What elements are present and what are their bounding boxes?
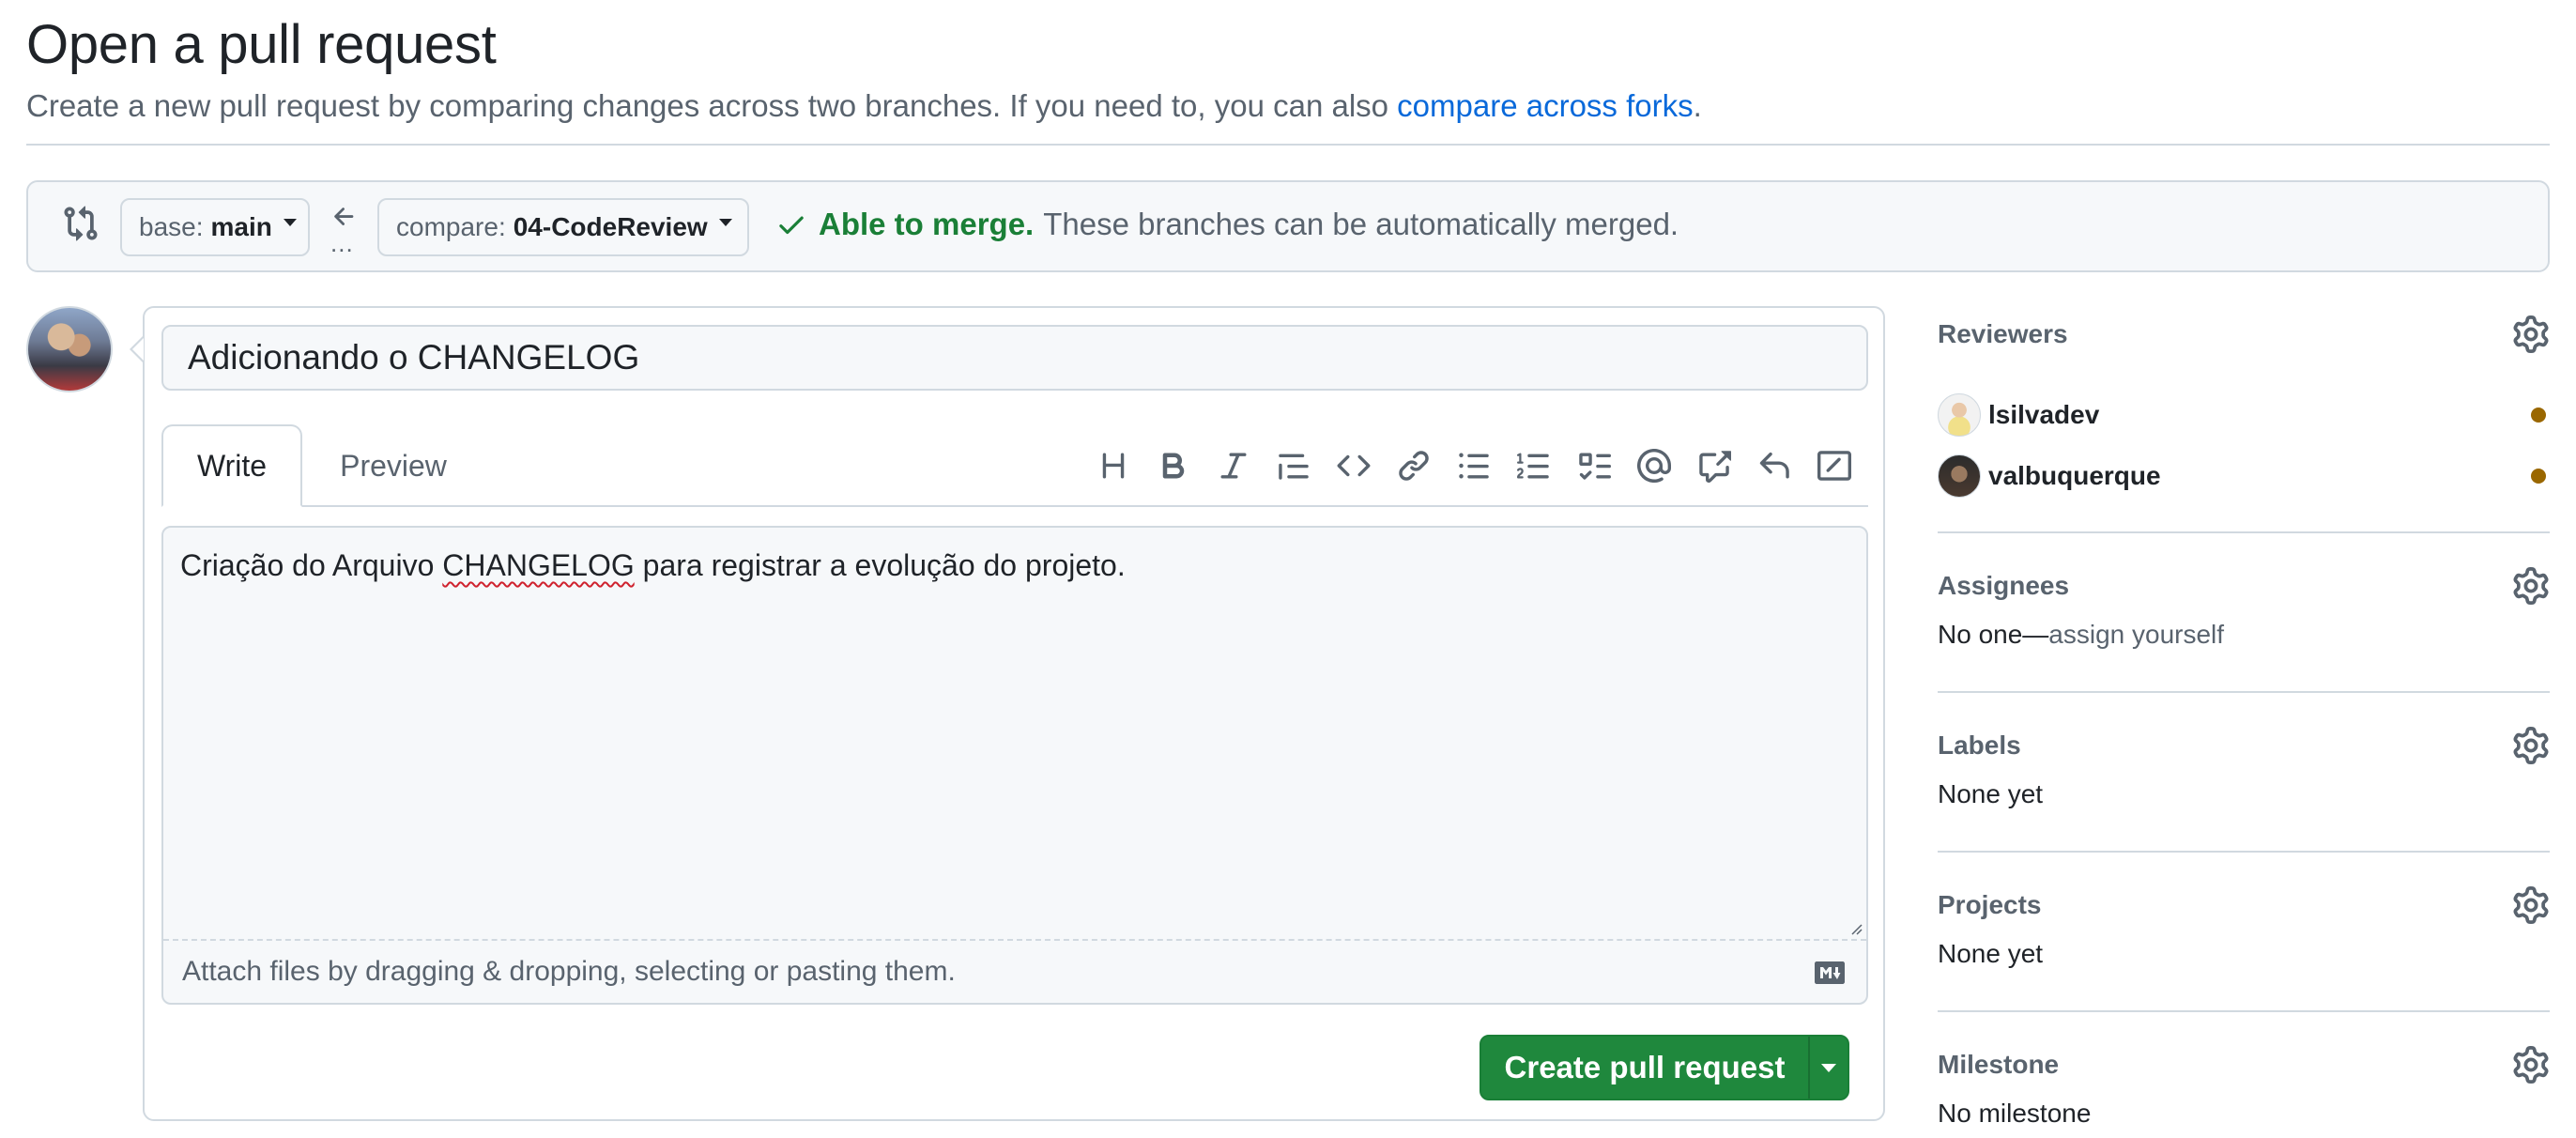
avatar [26, 306, 113, 392]
pr-body-editor[interactable]: Criação do Arquivo CHANGELOG para regist… [161, 526, 1868, 1005]
create-pull-request-button[interactable]: Create pull request [1480, 1035, 1849, 1100]
gear-icon[interactable] [2512, 727, 2550, 764]
ordered-list-icon [1517, 453, 1549, 479]
pull-request-page: Open a pull request Create a new pull re… [26, 0, 2550, 1138]
body-text-start: Criação do Arquivo [180, 548, 443, 582]
gear-icon[interactable] [2512, 567, 2550, 605]
milestone-heading: Milestone [1938, 1050, 2060, 1079]
page-title: Open a pull request [26, 14, 497, 75]
markdown-icon[interactable] [1814, 961, 1846, 984]
saved-replies-button[interactable] [1744, 439, 1804, 492]
composer-pointer-fill [132, 338, 144, 361]
mention-icon [1637, 449, 1671, 483]
assignees-heading: Assignees [1938, 571, 2070, 600]
pending-review-dot [2531, 469, 2546, 484]
quote-icon [1279, 454, 1309, 480]
compare-across-forks-link[interactable]: compare across forks [1397, 88, 1693, 123]
chevron-down-icon [1821, 1063, 1836, 1072]
merge-ok-text: Able to merge. [819, 207, 1035, 241]
projects-value: None yet [1938, 939, 2044, 968]
gear-icon[interactable] [2512, 315, 2550, 353]
resize-handle-icon[interactable] [1848, 920, 1863, 935]
slash-command-icon [1817, 451, 1851, 481]
pr-body-textarea[interactable]: Criação do Arquivo CHANGELOG para regist… [163, 528, 1866, 939]
chevron-down-icon [283, 219, 297, 226]
base-branch-name: main [210, 212, 272, 241]
base-branch-prefix: base: [139, 212, 204, 241]
assignees-value: No one—assign yourself [1938, 620, 2224, 650]
unordered-list-button[interactable] [1444, 439, 1504, 492]
slash-command-button[interactable] [1804, 439, 1864, 492]
saved-replies-icon [1759, 452, 1789, 479]
link-icon [1399, 451, 1429, 481]
bold-button[interactable] [1143, 439, 1204, 492]
milestone-value: No milestone [1938, 1099, 2092, 1128]
branch-compare-bar: base: main ... compare: 04-CodeReview Able… [26, 180, 2550, 272]
no-assignee-text: No one— [1938, 620, 2049, 649]
avatar [1938, 454, 1981, 498]
unordered-list-icon [1459, 453, 1489, 479]
sidebar-divider [1938, 531, 2550, 533]
sidebar-divider [1938, 691, 2550, 693]
sidebar-divider [1938, 1010, 2550, 1012]
reviewers-heading: Reviewers [1938, 319, 2068, 348]
gear-icon[interactable] [2512, 1046, 2550, 1084]
header-divider [26, 144, 2550, 146]
assign-yourself-link[interactable]: assign yourself [2048, 620, 2224, 649]
attach-files-bar[interactable]: Attach files by dragging & dropping, sel… [163, 939, 1866, 1003]
heading-icon [1102, 453, 1125, 479]
create-options-dropdown[interactable] [1810, 1037, 1848, 1099]
italic-button[interactable] [1204, 439, 1264, 492]
pull-request-composer: Write Preview [143, 306, 1885, 1121]
merge-message: These branches can be automatically merg… [1043, 207, 1679, 241]
ordered-list-button[interactable] [1504, 439, 1564, 492]
check-icon [779, 216, 804, 235]
code-icon [1337, 454, 1371, 477]
bold-icon [1162, 453, 1185, 479]
subtitle-text: Create a new pull request by comparing c… [26, 88, 1398, 123]
create-pull-request-label[interactable]: Create pull request [1481, 1037, 1810, 1099]
avatar [1938, 393, 1981, 437]
markdown-toolbar [1083, 439, 1864, 492]
labels-value: None yet [1938, 779, 2044, 808]
labels-heading: Labels [1938, 730, 2021, 760]
compare-branch-name: 04-CodeReview [513, 212, 708, 241]
arrow-left-icon [334, 208, 354, 225]
reviewer-item[interactable]: lsilvadev [1938, 392, 2550, 438]
italic-icon [1220, 453, 1247, 479]
reviewer-item[interactable]: valbuquerque [1938, 454, 2550, 499]
gear-icon[interactable] [2512, 886, 2550, 924]
pending-review-dot [2531, 408, 2546, 423]
cross-reference-icon [1699, 451, 1731, 483]
chevron-down-icon [718, 219, 732, 226]
branch-ellipsis: ... [330, 229, 354, 257]
page-subtitle: Create a new pull request by comparing c… [26, 88, 1702, 124]
attach-hint: Attach files by dragging & dropping, sel… [182, 956, 956, 987]
code-button[interactable] [1324, 439, 1384, 492]
sidebar-divider [1938, 851, 2550, 853]
git-compare-icon [64, 206, 98, 241]
task-list-button[interactable] [1564, 439, 1624, 492]
reviewer-name: valbuquerque [1988, 461, 2161, 490]
subtitle-end: . [1693, 88, 1702, 123]
tab-preview[interactable]: Preview [323, 424, 464, 507]
quote-button[interactable] [1264, 439, 1324, 492]
base-branch-select[interactable]: base: main [120, 198, 310, 256]
task-list-icon [1579, 453, 1611, 480]
compare-branch-select[interactable]: compare: 04-CodeReview [377, 198, 749, 256]
pr-title-input[interactable] [161, 325, 1868, 391]
heading-button[interactable] [1083, 439, 1143, 492]
body-text-misspelled: CHANGELOG [442, 548, 635, 582]
projects-heading: Projects [1938, 890, 2042, 919]
cross-reference-button[interactable] [1684, 439, 1744, 492]
body-text-end: para registrar a evolução do projeto. [634, 548, 1126, 582]
reviewer-name: lsilvadev [1988, 400, 2100, 429]
link-button[interactable] [1384, 439, 1444, 492]
merge-status: Able to merge. These branches can be aut… [775, 207, 1679, 242]
mention-button[interactable] [1624, 439, 1684, 492]
tab-write[interactable]: Write [161, 424, 302, 507]
compare-branch-prefix: compare: [396, 212, 506, 241]
